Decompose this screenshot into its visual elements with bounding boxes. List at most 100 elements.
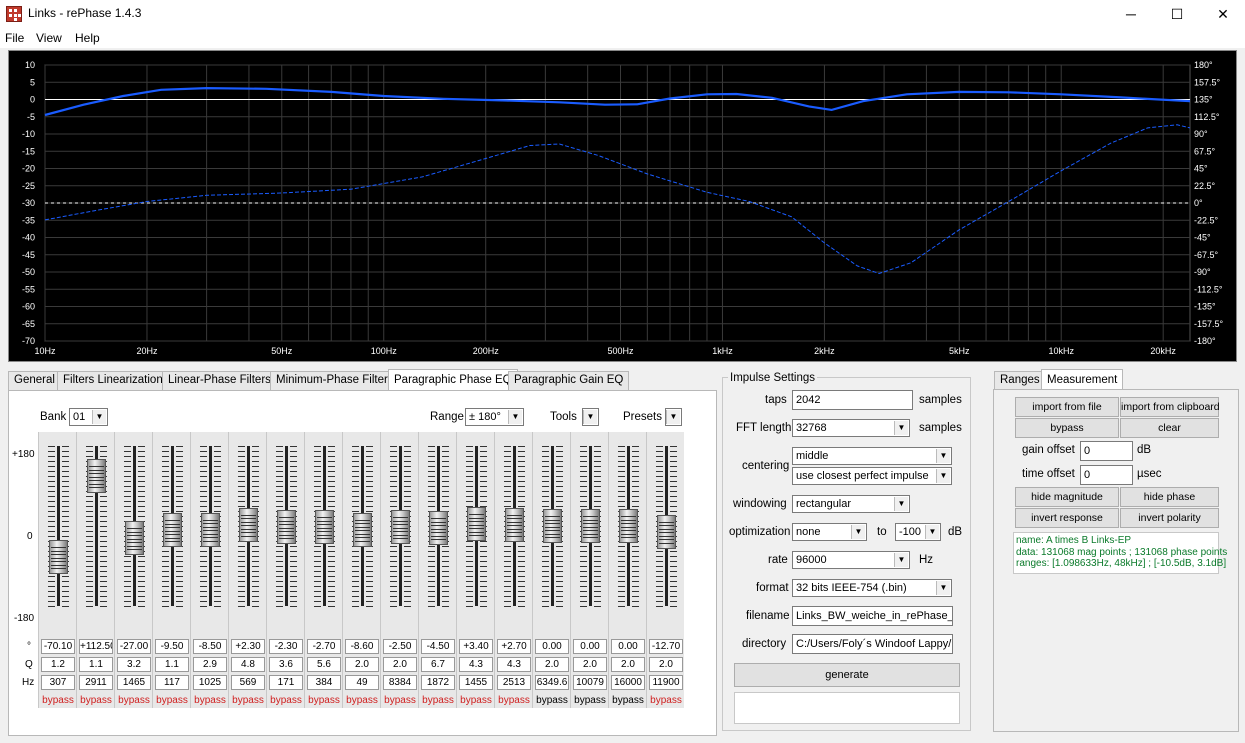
band-bypass-toggle[interactable]: bypass [77,695,115,706]
generate-button[interactable]: generate [734,663,960,687]
slider-thumb[interactable] [581,509,600,543]
band-degrees[interactable]: -2.30 [269,639,303,654]
band-bypass-toggle[interactable]: bypass [495,695,533,706]
tab-paragraphic-phase-eq[interactable]: Paragraphic Phase EQ [388,369,518,390]
band-bypass-toggle[interactable]: bypass [229,695,267,706]
slider-thumb[interactable] [505,507,524,542]
presets-dropdown[interactable]: ▼ [665,408,682,426]
band-degrees[interactable]: -12.70 [649,639,683,654]
band-degrees[interactable]: -8.60 [345,639,379,654]
band-degrees[interactable]: -70.10 [41,639,75,654]
band-bypass-toggle[interactable]: bypass [115,695,153,706]
band-bypass-toggle[interactable]: bypass [191,695,229,706]
format-select[interactable]: 32 bits IEEE-754 (.bin) ▼ [792,579,952,597]
directory-input[interactable]: C:/Users/Foly´s Windoof Lappy/D [792,634,953,654]
band-q[interactable]: 4.8 [231,657,265,672]
band-bypass-toggle[interactable]: bypass [153,695,191,706]
band-frequency[interactable]: 2911 [79,675,113,690]
band-degrees[interactable]: -2.50 [383,639,417,654]
band-frequency[interactable]: 1455 [459,675,493,690]
band-bypass-toggle[interactable]: bypass [533,695,571,706]
band-frequency[interactable]: 569 [231,675,265,690]
import-from-clipboard-button[interactable]: import from clipboard [1120,397,1220,417]
slider-thumb[interactable] [467,507,486,542]
band-degrees[interactable]: -2.70 [307,639,341,654]
slider-thumb[interactable] [125,521,144,555]
menu-view[interactable]: View [36,31,62,45]
band-degrees[interactable]: -8.50 [193,639,227,654]
slider-thumb[interactable] [87,459,106,493]
band-frequency[interactable]: 1025 [193,675,227,690]
hide-phase-button[interactable]: hide phase [1120,487,1219,507]
invert-response-button[interactable]: invert response [1015,508,1119,528]
slider-thumb[interactable] [201,512,220,547]
band-bypass-toggle[interactable]: bypass [267,695,305,706]
centering-select[interactable]: middle ▼ [792,447,952,465]
slider-thumb[interactable] [49,540,68,575]
band-q[interactable]: 2.0 [649,657,683,672]
band-q[interactable]: 3.2 [117,657,151,672]
band-degrees[interactable]: 0.00 [535,639,569,654]
invert-polarity-button[interactable]: invert polarity [1120,508,1219,528]
band-bypass-toggle[interactable]: bypass [647,695,685,706]
band-degrees[interactable]: -4.50 [421,639,455,654]
tab-minimum-phase-filters[interactable]: Minimum-Phase Filters [270,371,400,390]
band-q[interactable]: 2.0 [535,657,569,672]
band-frequency[interactable]: 10079 [573,675,607,690]
tools-dropdown[interactable]: ▼ [582,408,599,426]
band-q[interactable]: 4.3 [497,657,531,672]
import-from-file-button[interactable]: import from file [1015,397,1119,417]
band-bypass-toggle[interactable]: bypass [609,695,647,706]
band-frequency[interactable]: 16000 [611,675,645,690]
band-q[interactable]: 1.2 [41,657,75,672]
menu-file[interactable]: File [5,31,24,45]
measurement-bypass-button[interactable]: bypass [1015,418,1119,438]
close-button[interactable]: ✕ [1200,0,1245,28]
band-frequency[interactable]: 1465 [117,675,151,690]
optimization-db-select[interactable]: -100 ▼ [895,523,941,541]
band-q[interactable]: 2.0 [611,657,645,672]
slider-thumb[interactable] [353,512,372,547]
band-frequency[interactable]: 8384 [383,675,417,690]
band-bypass-toggle[interactable]: bypass [457,695,495,706]
band-degrees[interactable]: -9.50 [155,639,189,654]
band-q[interactable]: 3.6 [269,657,303,672]
band-frequency[interactable]: 1872 [421,675,455,690]
band-frequency[interactable]: 384 [307,675,341,690]
menu-help[interactable]: Help [75,31,100,45]
band-frequency[interactable]: 11900 [649,675,683,690]
band-degrees[interactable]: +2.30 [231,639,265,654]
band-degrees[interactable]: +2.70 [497,639,531,654]
band-q[interactable]: 2.0 [573,657,607,672]
band-frequency[interactable]: 307 [41,675,75,690]
tab-linear-phase-filters[interactable]: Linear-Phase Filters [162,371,277,390]
tab-filters-linearization[interactable]: Filters Linearization [57,371,169,390]
band-bypass-toggle[interactable]: bypass [381,695,419,706]
range-select[interactable]: ± 180° ▼ [465,408,524,426]
band-frequency[interactable]: 171 [269,675,303,690]
band-frequency[interactable]: 6349.6 [535,675,569,690]
bank-select[interactable]: 01 ▼ [69,408,108,426]
response-plot[interactable]: 10 5 0 -5 -10 -15 -20 -25 -30 -35 -40 -45 -50 -55 -60 -… [8,50,1237,362]
hide-magnitude-button[interactable]: hide magnitude [1015,487,1119,507]
maximize-button[interactable]: ☐ [1154,0,1200,28]
band-bypass-toggle[interactable]: bypass [571,695,609,706]
tab-ranges[interactable]: Ranges [994,371,1046,390]
time-offset-input[interactable]: 0 [1080,465,1133,485]
slider-thumb[interactable] [429,511,448,545]
band-frequency[interactable]: 49 [345,675,379,690]
slider-thumb[interactable] [315,510,334,545]
tab-general[interactable]: General [8,371,61,390]
band-degrees[interactable]: +112.50 [79,639,113,654]
centering-mode-select[interactable]: use closest perfect impulse ▼ [792,467,952,485]
app-icon[interactable] [6,6,22,22]
slider-thumb[interactable] [163,513,182,548]
slider-thumb[interactable] [277,510,296,545]
minimize-button[interactable]: ─ [1108,0,1154,28]
gain-offset-input[interactable]: 0 [1080,441,1133,461]
windowing-select[interactable]: rectangular ▼ [792,495,910,513]
taps-input[interactable]: 2042 [792,390,913,410]
band-degrees[interactable]: 0.00 [611,639,645,654]
band-degrees[interactable]: +3.40 [459,639,493,654]
band-bypass-toggle[interactable]: bypass [39,695,77,706]
